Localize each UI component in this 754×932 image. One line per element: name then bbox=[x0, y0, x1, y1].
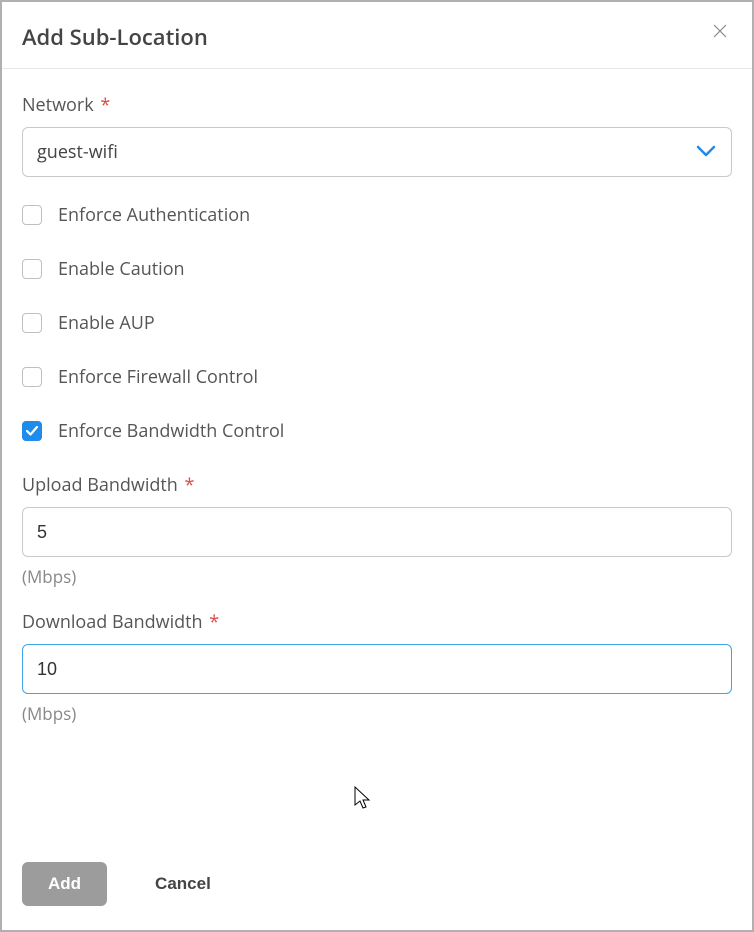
required-mark: * bbox=[96, 93, 111, 117]
network-select[interactable]: guest-wifi bbox=[22, 127, 732, 177]
upload-label: Upload Bandwidth * bbox=[22, 473, 732, 497]
upload-input[interactable] bbox=[22, 507, 732, 557]
add-sub-location-dialog: Add Sub-Location Network * guest-wifi En… bbox=[2, 2, 752, 930]
required-mark: * bbox=[205, 610, 220, 634]
enforce-firewall-label: Enforce Firewall Control bbox=[58, 365, 258, 389]
enable-aup-checkbox[interactable] bbox=[22, 313, 42, 333]
upload-label-text: Upload Bandwidth bbox=[22, 473, 178, 497]
enable-aup-row: Enable AUP bbox=[22, 311, 732, 335]
upload-hint: (Mbps) bbox=[22, 565, 732, 588]
enforce-bandwidth-label: Enforce Bandwidth Control bbox=[58, 419, 284, 443]
enforce-auth-row: Enforce Authentication bbox=[22, 203, 732, 227]
enforce-firewall-row: Enforce Firewall Control bbox=[22, 365, 732, 389]
enable-caution-row: Enable Caution bbox=[22, 257, 732, 281]
download-label-text: Download Bandwidth bbox=[22, 610, 203, 634]
network-select-value: guest-wifi bbox=[22, 127, 732, 177]
add-button[interactable]: Add bbox=[22, 862, 107, 906]
enable-aup-label: Enable AUP bbox=[58, 311, 155, 335]
enforce-auth-label: Enforce Authentication bbox=[58, 203, 250, 227]
upload-group: Upload Bandwidth * (Mbps) bbox=[22, 473, 732, 588]
enforce-auth-checkbox[interactable] bbox=[22, 205, 42, 225]
enforce-bandwidth-row: Enforce Bandwidth Control bbox=[22, 419, 732, 443]
download-input[interactable] bbox=[22, 644, 732, 694]
dialog-title: Add Sub-Location bbox=[22, 22, 208, 52]
required-mark: * bbox=[180, 473, 195, 497]
enforce-bandwidth-checkbox[interactable] bbox=[22, 421, 42, 441]
download-label: Download Bandwidth * bbox=[22, 610, 732, 634]
close-icon[interactable] bbox=[708, 22, 732, 42]
dialog-footer: Add Cancel bbox=[2, 844, 752, 930]
network-label: Network * bbox=[22, 93, 732, 117]
enforce-firewall-checkbox[interactable] bbox=[22, 367, 42, 387]
network-label-text: Network bbox=[22, 93, 94, 117]
download-group: Download Bandwidth * (Mbps) bbox=[22, 610, 732, 725]
dialog-content: Network * guest-wifi Enforce Authenticat… bbox=[2, 69, 752, 844]
cancel-button[interactable]: Cancel bbox=[155, 862, 211, 906]
enable-caution-label: Enable Caution bbox=[58, 257, 185, 281]
dialog-header: Add Sub-Location bbox=[2, 2, 752, 69]
enable-caution-checkbox[interactable] bbox=[22, 259, 42, 279]
download-hint: (Mbps) bbox=[22, 702, 732, 725]
